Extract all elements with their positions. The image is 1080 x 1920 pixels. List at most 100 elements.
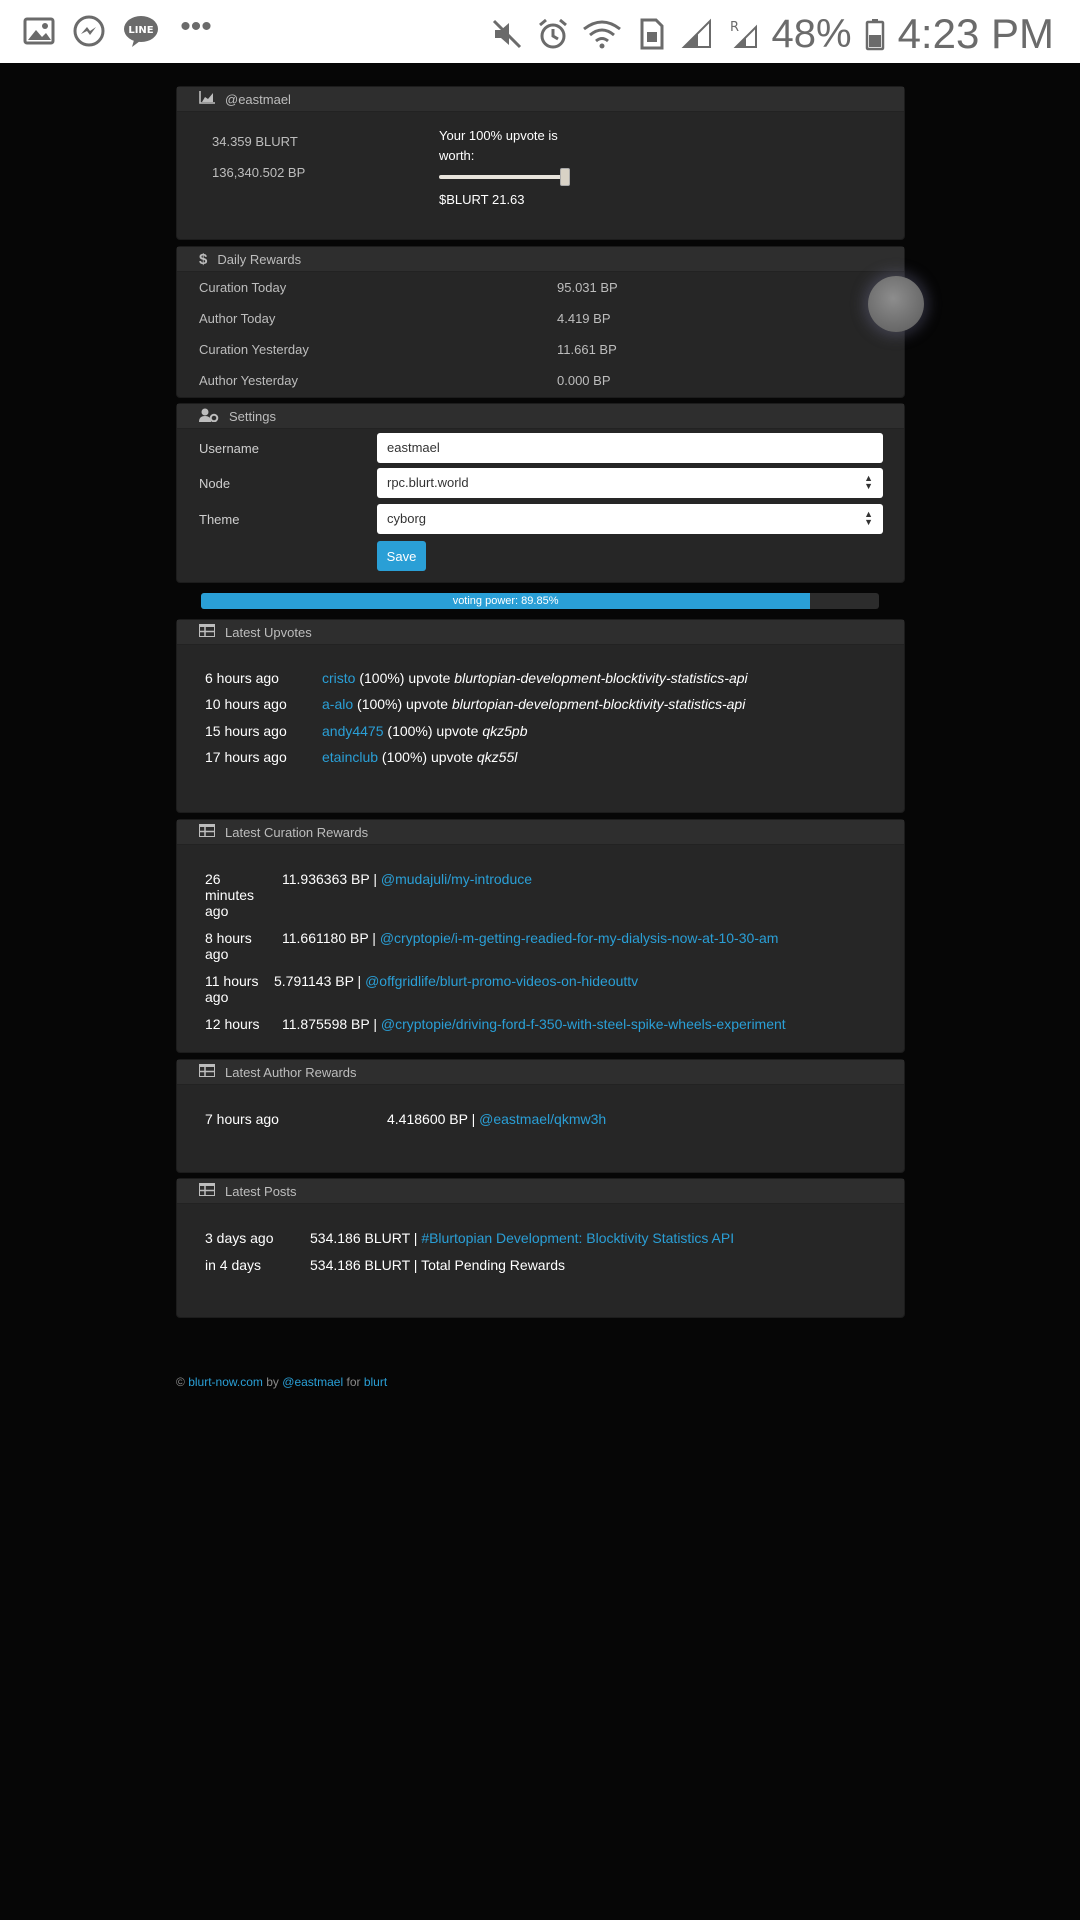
upvote-item: 6 hours ago cristo (100%) upvote blurtop… <box>205 670 748 686</box>
upvote-time: 6 hours ago <box>205 670 279 686</box>
save-button[interactable]: Save <box>377 541 426 571</box>
curation-amount: 11.661180 BP | <box>282 930 380 946</box>
chart-area-icon <box>199 91 215 107</box>
reward-row: Author Today 4.419 BP <box>199 311 879 326</box>
upvote-time: 15 hours ago <box>205 723 287 739</box>
upvote-permlink: blurtopian-development-blocktivity-stati… <box>454 670 748 686</box>
reward-value: 0.000 BP <box>557 373 611 388</box>
select-arrows-icon: ▲ ▼ <box>864 509 873 527</box>
latest-upvotes-card: Latest Upvotes 6 hours ago cristo (100%)… <box>176 619 905 813</box>
reward-label: Curation Yesterday <box>199 342 309 357</box>
latest-author-header: Latest Author Rewards <box>177 1060 904 1085</box>
settings-title: Settings <box>229 408 276 424</box>
bp-balance: 136,340.502 BP <box>212 165 306 180</box>
username-label: Username <box>199 441 259 456</box>
wifi-icon <box>582 17 622 51</box>
signal-icon <box>680 17 714 51</box>
latest-curation-card: Latest Curation Rewards 26 minutes ago 1… <box>176 819 905 1053</box>
post-title-link[interactable]: #Blurtopian Development: Blocktivity Sta… <box>421 1230 734 1246</box>
theme-select[interactable]: cyborg ▲ ▼ <box>377 504 883 534</box>
daily-rewards-header: $ Daily Rewards <box>177 247 904 272</box>
gallery-icon <box>22 14 56 48</box>
upvote-item: 15 hours ago andy4475 (100%) upvote qkz5… <box>205 723 528 739</box>
more-icon: ••• <box>180 10 212 43</box>
author-reward-link[interactable]: @eastmael/qkmw3h <box>479 1111 606 1127</box>
latest-posts-title: Latest Posts <box>225 1183 297 1199</box>
clock: 4:23 PM <box>897 10 1054 57</box>
node-select-value: rpc.blurt.world <box>387 475 469 490</box>
author-reward-amount: 4.418600 BP | <box>387 1111 480 1127</box>
table-icon <box>199 1183 215 1199</box>
latest-upvotes-header: Latest Upvotes <box>177 620 904 645</box>
site-link[interactable]: blurt-now.com <box>188 1375 263 1389</box>
chain-link[interactable]: blurt <box>364 1375 387 1389</box>
line-app-icon: LINE <box>122 14 160 48</box>
system-status: R 48% 4:23 PM <box>490 10 1054 58</box>
latest-upvotes-title: Latest Upvotes <box>225 624 312 640</box>
upvote-permlink: qkz5pb <box>482 723 528 739</box>
upvote-user-link[interactable]: a-alo <box>322 696 353 712</box>
node-select[interactable]: rpc.blurt.world ▲ ▼ <box>377 468 883 498</box>
floating-assistive-button[interactable] <box>868 276 924 332</box>
select-arrows-icon: ▲ ▼ <box>864 473 873 491</box>
notification-icons: LINE ••• <box>22 10 216 48</box>
upvote-text: (100%) upvote <box>383 723 483 739</box>
upvote-permlink: blurtopian-development-blocktivity-stati… <box>451 696 746 712</box>
curation-time: 12 hours <box>205 1016 260 1032</box>
curation-amount: 11.936363 BP | <box>282 871 381 887</box>
post-amount: 534.186 BLURT | <box>310 1230 422 1246</box>
post-time: 3 days ago <box>205 1230 274 1246</box>
upvote-text: (100%) upvote <box>378 749 477 765</box>
curation-time: 26 minutes ago <box>205 871 255 919</box>
latest-posts-header: Latest Posts <box>177 1179 904 1204</box>
upvote-user-link[interactable]: etainclub <box>322 749 378 765</box>
table-icon <box>199 824 215 840</box>
settings-card: Settings Username eastmael Node rpc.blur… <box>176 403 905 583</box>
sim-card-icon <box>634 17 668 51</box>
upvote-slider-handle[interactable] <box>560 168 570 186</box>
footer: © blurt-now.com by @eastmael for blurt <box>176 1375 387 1389</box>
curation-amount: 11.875598 BP | <box>282 1016 381 1032</box>
theme-select-value: cyborg <box>387 511 427 526</box>
upvote-time: 10 hours ago <box>205 696 287 712</box>
post-item: 3 days ago 534.186 BLURT | #Blurtopian D… <box>205 1230 734 1246</box>
daily-rewards-card: $ Daily Rewards Curation Today 95.031 BP… <box>176 246 905 398</box>
roaming-signal-icon: R <box>726 17 760 51</box>
svg-text:R: R <box>730 20 739 35</box>
voting-power-label: voting power: 89.85% <box>452 595 559 607</box>
curation-post-link[interactable]: @mudajuli/my-introduce <box>381 871 532 887</box>
voting-power-bar: voting power: 89.85% <box>201 593 879 609</box>
upvote-user-link[interactable]: andy4475 <box>322 723 384 739</box>
upvote-user-link[interactable]: cristo <box>322 670 355 686</box>
upvote-text: (100%) upvote <box>353 696 452 712</box>
curation-post-link[interactable]: @offgridlife/blurt-promo-videos-on-hideo… <box>365 973 638 989</box>
messenger-icon <box>72 14 106 48</box>
user-cog-icon <box>199 408 219 425</box>
upvote-worth-label: Your 100% upvote is worth: <box>439 128 558 163</box>
curation-post-link[interactable]: @cryptopie/driving-ford-f-350-with-steel… <box>381 1016 786 1032</box>
alarm-icon <box>536 17 570 51</box>
reward-value: 4.419 BP <box>557 311 611 326</box>
reward-label: Author Yesterday <box>199 373 299 388</box>
table-icon <box>199 1064 215 1080</box>
username-input[interactable]: eastmael <box>377 433 883 463</box>
reward-label: Curation Today <box>199 280 287 295</box>
theme-label: Theme <box>199 512 240 527</box>
post-amount: 534.186 BLURT | <box>310 1257 422 1273</box>
upvote-item: 10 hours ago a-alo (100%) upvote blurtop… <box>205 696 745 712</box>
account-card: @eastmael 34.359 BLURT 136,340.502 BP Yo… <box>176 86 905 240</box>
upvote-worth-value: $BLURT 21.63 <box>439 192 525 207</box>
dollar-icon: $ <box>199 250 208 268</box>
curation-post-link[interactable]: @cryptopie/i-m-getting-readied-for-my-di… <box>380 930 779 946</box>
post-pending-text: Total Pending Rewards <box>421 1257 566 1273</box>
author-link[interactable]: @eastmael <box>282 1375 343 1389</box>
battery-icon <box>864 17 886 51</box>
curation-time: 11 hours ago <box>205 973 259 1005</box>
account-card-header: @eastmael <box>177 87 904 112</box>
reward-label: Author Today <box>199 311 276 326</box>
upvote-slider-track[interactable] <box>439 175 569 179</box>
svg-text:LINE: LINE <box>128 25 153 36</box>
post-time: in 4 days <box>205 1257 262 1273</box>
reward-row: Curation Yesterday 11.661 BP <box>199 342 879 357</box>
reward-row: Author Yesterday 0.000 BP <box>199 373 879 388</box>
